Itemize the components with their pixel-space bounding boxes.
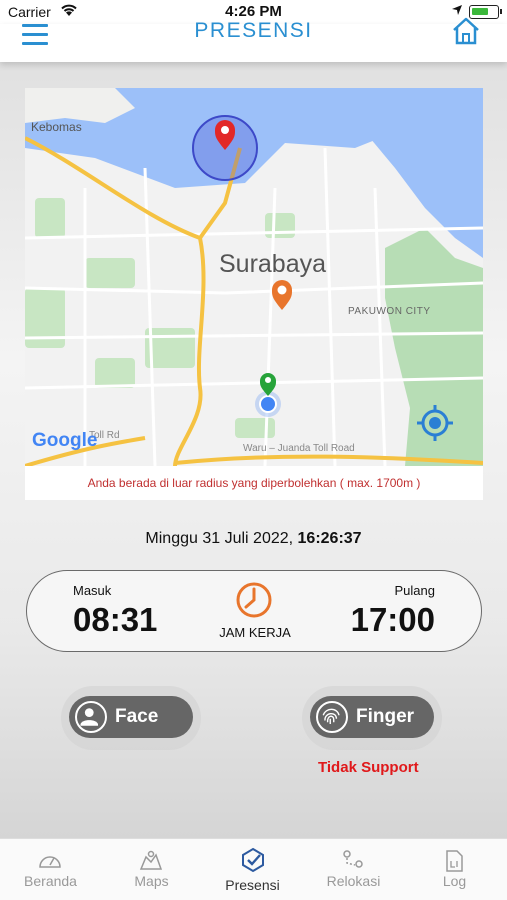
nav-label-log: Log xyxy=(442,873,467,889)
check-out-time: 17:00 xyxy=(350,601,435,638)
check-in-label: Masuk xyxy=(73,583,112,598)
page-title: PRESENSI xyxy=(194,19,313,42)
check-out-label: Pulang xyxy=(394,583,435,598)
bottom-navigation: Beranda Maps Presensi Relokasi Log xyxy=(0,838,507,900)
app-header: PRESENSI xyxy=(0,17,507,62)
map-label-pakuwon: PAKUWON CITY xyxy=(348,306,431,317)
map-label-waru-juanda: Waru – Juanda Toll Road xyxy=(243,443,355,454)
nav-label-maps: Maps xyxy=(134,873,169,889)
face-button-label: Face xyxy=(115,706,159,727)
nav-item-presensi[interactable]: Presensi xyxy=(202,839,303,900)
current-date: Minggu 31 Juli 2022, xyxy=(145,530,294,547)
status-time: 4:26 PM xyxy=(225,3,282,20)
finger-button[interactable]: Finger xyxy=(310,696,434,738)
nav-item-relokasi[interactable]: Relokasi xyxy=(303,839,404,900)
current-datetime: Minggu 31 Juli 2022, 16:26:37 xyxy=(0,530,507,548)
user-icon xyxy=(75,701,107,733)
log-icon xyxy=(446,850,463,872)
finger-button-container: Finger xyxy=(302,686,442,750)
finger-button-label: Finger xyxy=(356,706,415,727)
recenter-location-icon[interactable] xyxy=(415,403,455,443)
poi-pin xyxy=(272,280,292,310)
map-label-kebomas: Kebomas xyxy=(31,120,82,134)
relocation-icon xyxy=(343,850,363,868)
current-time: 16:26:37 xyxy=(297,530,362,547)
nav-item-log[interactable]: Log xyxy=(404,839,505,900)
google-logo: Google xyxy=(32,430,98,451)
nav-label-relokasi: Relokasi xyxy=(326,873,381,889)
map-panel: Kebomas Surabaya PAKUWON CITY Toll Rd Wa… xyxy=(25,88,483,500)
fingerprint-icon xyxy=(316,701,348,733)
face-button[interactable]: Face xyxy=(69,696,193,738)
nav-item-beranda[interactable]: Beranda xyxy=(0,839,101,900)
face-button-container: Face xyxy=(61,686,201,750)
map-view[interactable]: Kebomas Surabaya PAKUWON CITY Toll Rd Wa… xyxy=(25,88,483,466)
work-hours-card: Masuk 08:31 JAM KERJA Pulang 17:00 xyxy=(26,570,482,652)
finger-not-supported-note: Tidak Support xyxy=(318,759,419,776)
nav-label-presensi: Presensi xyxy=(225,877,280,893)
nav-item-maps[interactable]: Maps xyxy=(101,839,202,900)
nav-label-beranda: Beranda xyxy=(24,873,77,889)
location-arrow-icon xyxy=(452,5,462,15)
home-icon[interactable] xyxy=(451,16,481,46)
map-label-city: Surabaya xyxy=(219,250,327,278)
presensi-check-icon xyxy=(242,847,264,873)
map-icon xyxy=(139,850,163,870)
dashboard-icon xyxy=(39,856,61,868)
clock-icon xyxy=(236,582,272,618)
radius-warning: Anda berada di luar radius yang diperbol… xyxy=(87,476,421,490)
